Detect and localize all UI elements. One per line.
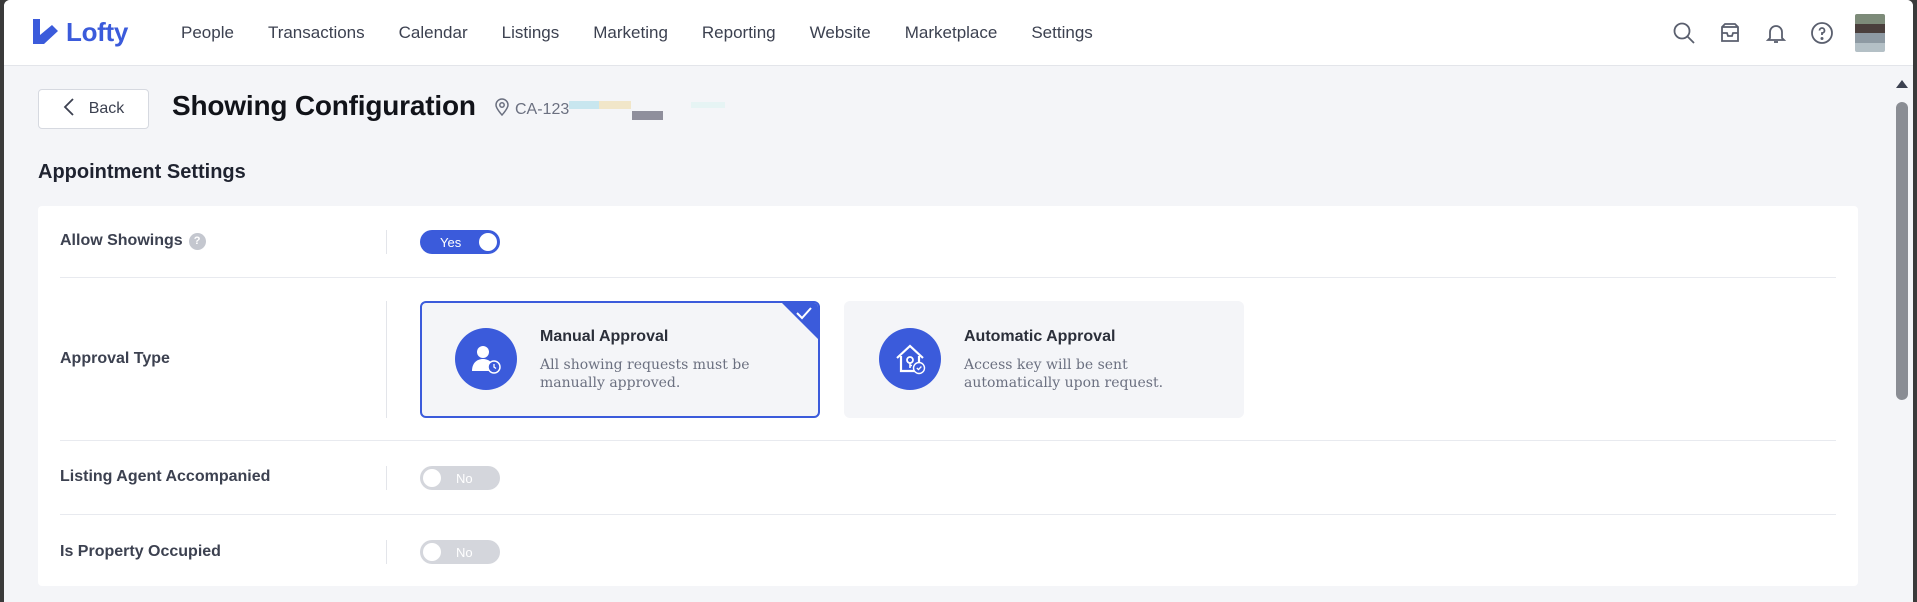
redacted-address	[599, 101, 631, 109]
row-allow-showings: Allow Showings ? Yes	[60, 206, 1836, 278]
nav-item-calendar[interactable]: Calendar	[382, 23, 485, 43]
nav-item-settings[interactable]: Settings	[1014, 23, 1109, 43]
automatic-approval-desc: Access key will be sent automatically up…	[964, 357, 1164, 391]
scroll-up-arrow-icon[interactable]	[1896, 80, 1908, 88]
toggle-knob	[479, 233, 497, 251]
back-button[interactable]: Back	[38, 89, 149, 129]
row-listing-agent-accompanied: Listing Agent Accompanied No	[60, 441, 1836, 515]
listing-agent-label: Listing Agent Accompanied	[60, 468, 271, 485]
manual-approval-title: Manual Approval	[540, 328, 669, 345]
row-divider	[386, 301, 387, 418]
redacted-address	[632, 111, 663, 120]
check-icon	[795, 306, 813, 325]
scroll-thumb[interactable]	[1896, 102, 1908, 400]
help-icon[interactable]	[1809, 20, 1835, 46]
property-occupied-label: Is Property Occupied	[60, 543, 221, 560]
lofty-logo-icon	[30, 17, 60, 47]
back-label: Back	[88, 100, 125, 117]
toggle-knob	[423, 543, 441, 561]
allow-showings-text: Allow Showings	[60, 232, 183, 249]
search-icon[interactable]	[1671, 20, 1697, 46]
nav-item-marketplace[interactable]: Marketplace	[888, 23, 1015, 43]
house-key-icon	[879, 328, 941, 390]
allow-showings-toggle[interactable]: Yes	[420, 230, 500, 254]
toggle-label: Yes	[440, 234, 462, 250]
settings-card: Allow Showings ? Yes Approval Type Manua…	[38, 206, 1858, 586]
nav-item-transactions[interactable]: Transactions	[251, 23, 382, 43]
redacted-address	[569, 101, 599, 109]
logo-text: Lofty	[66, 16, 129, 47]
row-divider	[386, 540, 387, 564]
section-title: Appointment Settings	[38, 161, 246, 183]
row-divider	[386, 466, 387, 490]
map-pin-icon	[495, 98, 509, 121]
row-approval-type: Approval Type Manual Approval All showin…	[60, 278, 1836, 441]
logo[interactable]: Lofty	[30, 14, 128, 50]
toggle-label: No	[456, 470, 473, 486]
approval-type-label: Approval Type	[60, 350, 170, 367]
automatic-approval-title: Automatic Approval	[964, 328, 1116, 345]
nav-item-reporting[interactable]: Reporting	[685, 23, 793, 43]
toggle-label: No	[456, 544, 473, 560]
chevron-left-icon	[63, 97, 75, 121]
row-property-occupied: Is Property Occupied No	[60, 515, 1836, 585]
allow-showings-label: Allow Showings ?	[60, 232, 206, 250]
avatar[interactable]	[1855, 14, 1885, 52]
nav-item-listings[interactable]: Listings	[485, 23, 577, 43]
app-window: Lofty People Transactions Calendar Listi…	[4, 0, 1913, 602]
nav-item-marketing[interactable]: Marketing	[576, 23, 685, 43]
nav-actions	[1671, 14, 1885, 52]
property-occupied-toggle[interactable]: No	[420, 540, 500, 564]
listing-agent-toggle[interactable]: No	[420, 466, 500, 490]
nav-item-people[interactable]: People	[181, 23, 251, 43]
row-divider	[386, 230, 387, 254]
manual-approval-desc: All showing requests must be manually ap…	[540, 357, 750, 391]
toggle-knob	[423, 469, 441, 487]
manual-approval-option[interactable]: Manual Approval All showing requests mus…	[420, 301, 820, 418]
question-icon[interactable]: ?	[188, 232, 206, 250]
nav-item-website[interactable]: Website	[793, 23, 888, 43]
scrollbar[interactable]	[1891, 66, 1913, 602]
bell-icon[interactable]	[1763, 20, 1789, 46]
user-clock-icon	[455, 328, 517, 390]
inbox-icon[interactable]	[1717, 20, 1743, 46]
top-nav: Lofty People Transactions Calendar Listi…	[4, 0, 1913, 66]
listing-location: CA-123	[495, 98, 569, 121]
automatic-approval-option[interactable]: Automatic Approval Access key will be se…	[844, 301, 1244, 418]
nav-menu: People Transactions Calendar Listings Ma…	[181, 0, 1110, 66]
page-title: Showing Configuration	[172, 90, 476, 121]
redacted-address	[691, 102, 725, 108]
listing-id: CA-123	[515, 100, 570, 118]
